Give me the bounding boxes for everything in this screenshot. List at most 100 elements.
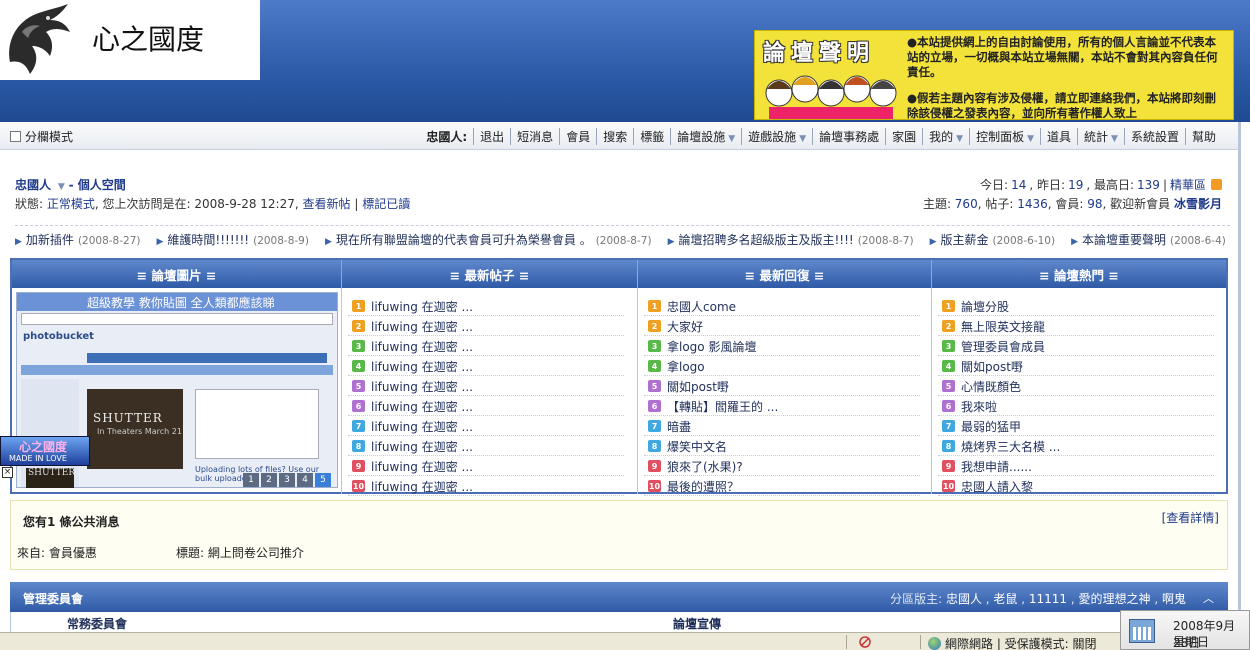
list-item[interactable]: 4 關如post嘢 — [938, 356, 1214, 376]
slide-page-button[interactable]: 1 — [243, 473, 259, 487]
announcement-item[interactable]: ▶ 論壇招聘多名超級版主及版主!!!! (2008-8-7) — [668, 231, 914, 248]
list-item[interactable]: 9 狼來了(水果)? — [644, 456, 920, 476]
forum-link-promotion[interactable]: 論壇宣傳 — [673, 615, 721, 632]
announcement-item[interactable]: ▶ 現在所有聯盟論壇的代表會員可升為榮譽會員 。 (2008-8-7) — [325, 231, 652, 248]
slideshow-caption[interactable]: 超級教學 教你貼圖 全人類都應該睇 — [87, 294, 275, 311]
list-item[interactable]: 1 忠國人come — [644, 296, 920, 316]
digest-link[interactable]: 精華區 — [1170, 176, 1206, 193]
message-subject[interactable]: 標題: 網上問卷公司推介 — [176, 544, 304, 561]
announcement-item[interactable]: ▶ 維護時間!!!!!!! (2008-8-9) — [156, 231, 308, 248]
list-item[interactable]: 8 lifuwing 在迦密 ... — [348, 436, 624, 456]
security-zone[interactable]: 網際網路 | 受保護模式: 關閉 — [928, 635, 1097, 650]
nav-item-system-settings[interactable]: 系統設置 — [1123, 128, 1185, 145]
list-item[interactable]: 8 爆笑中文名 — [644, 436, 920, 456]
newest-member-link[interactable]: 冰雪影月 — [1174, 197, 1222, 211]
list-item[interactable]: 1 lifuwing 在迦密 ... — [348, 296, 624, 316]
list-item[interactable]: 3 管理委員會成員 — [938, 336, 1214, 356]
list-item[interactable]: 10 忠國人請入黎 — [938, 476, 1214, 496]
view-details-link[interactable]: [查看詳情] — [1162, 509, 1219, 526]
list-item[interactable]: 7 最弱的猛甲 — [938, 416, 1214, 436]
split-mode-checkbox[interactable] — [10, 131, 21, 142]
split-mode-toggle[interactable]: 分欄模式 — [10, 128, 73, 145]
list-item[interactable]: 2 大家好 — [644, 316, 920, 336]
rss-icon[interactable] — [1211, 179, 1222, 190]
list-item[interactable]: 10 最後的遭照？ — [644, 476, 920, 496]
nav-item-forum-affairs[interactable]: 論壇事務處 — [812, 128, 885, 145]
moderator-link[interactable]: 愛的理想之神 — [1079, 592, 1151, 606]
moderator-link[interactable]: 11111 — [1029, 592, 1067, 606]
message-from: 來自: 會員優惠 — [17, 546, 97, 560]
forum-link-standing-committee[interactable]: 常務委員會 — [67, 615, 127, 632]
nav-item-props[interactable]: 道具 — [1040, 128, 1077, 145]
user-name-link[interactable]: 忠國人 — [15, 178, 51, 192]
mark-read-link[interactable]: 標記已讀 — [362, 197, 410, 211]
list-item[interactable]: 6 【轉貼】閻羅王的 ... — [644, 396, 920, 416]
list-item[interactable]: 10 lifuwing 在迦密 ... — [348, 476, 624, 496]
privacy-icon[interactable] — [858, 636, 872, 648]
list-item[interactable]: 4 lifuwing 在迦密 ... — [348, 356, 624, 376]
moderator-link[interactable]: 啊鬼 — [1162, 592, 1186, 606]
announcement-title: 版主薪金 — [940, 233, 989, 247]
stat-topics: 760 — [954, 197, 978, 211]
list-item[interactable]: 8 燒烤界三大名模 ... — [938, 436, 1214, 456]
moderator-link[interactable]: 忠國人 — [946, 592, 982, 606]
list-item[interactable]: 2 lifuwing 在迦密 ... — [348, 316, 624, 336]
announcement-item[interactable]: ▶ 本論壇重要聲明 (2008-6-4) — [1071, 231, 1226, 248]
slide-page-button[interactable]: 3 — [279, 473, 295, 487]
nav-item-forum-facilities[interactable]: 論壇設施 ▼ — [670, 128, 741, 145]
nav-item-help[interactable]: 幫助 — [1184, 128, 1222, 145]
slide-page-button[interactable]: 4 — [297, 473, 313, 487]
nav-item-messages[interactable]: 短消息 — [510, 128, 559, 145]
moderator-link[interactable]: 老鼠 — [993, 592, 1017, 606]
nav-item-members[interactable]: 會員 — [559, 128, 596, 145]
chevron-down-icon: ▼ — [799, 134, 807, 144]
nav-item-tags[interactable]: 標籤 — [633, 128, 670, 145]
view-new-posts-link[interactable]: 查看新帖 — [303, 197, 351, 211]
nav-user-name[interactable]: 忠國人: — [426, 128, 473, 145]
hot-topic-link: 燒烤界三大名模 ... — [961, 439, 1061, 454]
list-item[interactable]: 5 心情既顏色 — [938, 376, 1214, 396]
chevron-down-icon[interactable]: ▼ — [58, 182, 65, 192]
list-item[interactable]: 2 無上限英文接龍 — [938, 316, 1214, 336]
column-header-hot: ≡ 論壇熱門 ≡ — [932, 260, 1226, 288]
made-in-love-badge[interactable]: 心之國度 MADE IN LOVE — [0, 436, 90, 466]
nav-item-logout[interactable]: 退出 — [473, 128, 510, 145]
list-item[interactable]: 7 lifuwing 在迦密 ... — [348, 416, 624, 436]
announcement-item[interactable]: ▶ 加新插件 (2008-8-27) — [15, 231, 140, 248]
nav-item-search[interactable]: 搜索 — [596, 128, 633, 145]
list-item[interactable]: 1 論壇分股 — [938, 296, 1214, 316]
list-item[interactable]: 6 lifuwing 在迦密 ... — [348, 396, 624, 416]
triangle-right-icon: ▶ — [667, 237, 675, 247]
post-title-link: lifuwing 在迦密 ... — [371, 399, 473, 414]
announcement-date: (2008-8-7) — [595, 235, 652, 247]
nav-item-home-garden[interactable]: 家園 — [885, 128, 922, 145]
nav-item-game-facilities[interactable]: 遊戲設施 ▼ — [741, 128, 812, 145]
nav-item-control-panel[interactable]: 控制面板 ▼ — [969, 128, 1040, 145]
committee-title[interactable]: 管理委員會 — [23, 590, 83, 607]
list-item[interactable]: 3 lifuwing 在迦密 ... — [348, 336, 624, 356]
collapse-icon[interactable]: ︿ — [1203, 590, 1214, 606]
rank-badge-icon: 2 — [942, 320, 955, 332]
list-item[interactable]: 6 我來啦 — [938, 396, 1214, 416]
list-item[interactable]: 3 拿logo 影風論壇 — [644, 336, 920, 356]
list-item[interactable]: 9 我想申請...... — [938, 456, 1214, 476]
newest-replies-list: 1 忠國人come 2 大家好 3 拿logo 影風論壇 4 拿logo 5 關如post嘢 6 【轉… — [638, 288, 932, 496]
date-widget[interactable]: 2008年9月28日 星期日 — [1120, 610, 1250, 650]
rank-badge-icon: 6 — [648, 400, 661, 412]
committee-section-header: 管理委員會 分區版主: 忠國人 , 老鼠 , 11111 , 愛的理想之神 , … — [10, 582, 1228, 612]
site-logo[interactable]: 心之國度 — [0, 0, 260, 80]
list-item[interactable]: 7 暗盡 — [644, 416, 920, 436]
nav-item-label: 搜索 — [603, 130, 628, 144]
slide-page-button[interactable]: 2 — [261, 473, 277, 487]
list-item[interactable]: 5 關如post嘢 — [644, 376, 920, 396]
list-item[interactable]: 5 lifuwing 在迦密 ... — [348, 376, 624, 396]
close-icon[interactable]: × — [2, 467, 13, 478]
personal-space-link[interactable]: - 個人空間 — [69, 178, 126, 192]
nav-item-stats[interactable]: 統計 ▼ — [1077, 128, 1124, 145]
list-item[interactable]: 4 拿logo — [644, 356, 920, 376]
announcement-item[interactable]: ▶ 版主薪金 (2008-6-10) — [930, 231, 1055, 248]
status-mode-link[interactable]: 正常模式 — [47, 197, 95, 211]
list-item[interactable]: 9 lifuwing 在迦密 ... — [348, 456, 624, 476]
nav-item-mine[interactable]: 我的 ▼ — [922, 128, 969, 145]
slide-page-button-active[interactable]: 5 — [315, 473, 331, 487]
